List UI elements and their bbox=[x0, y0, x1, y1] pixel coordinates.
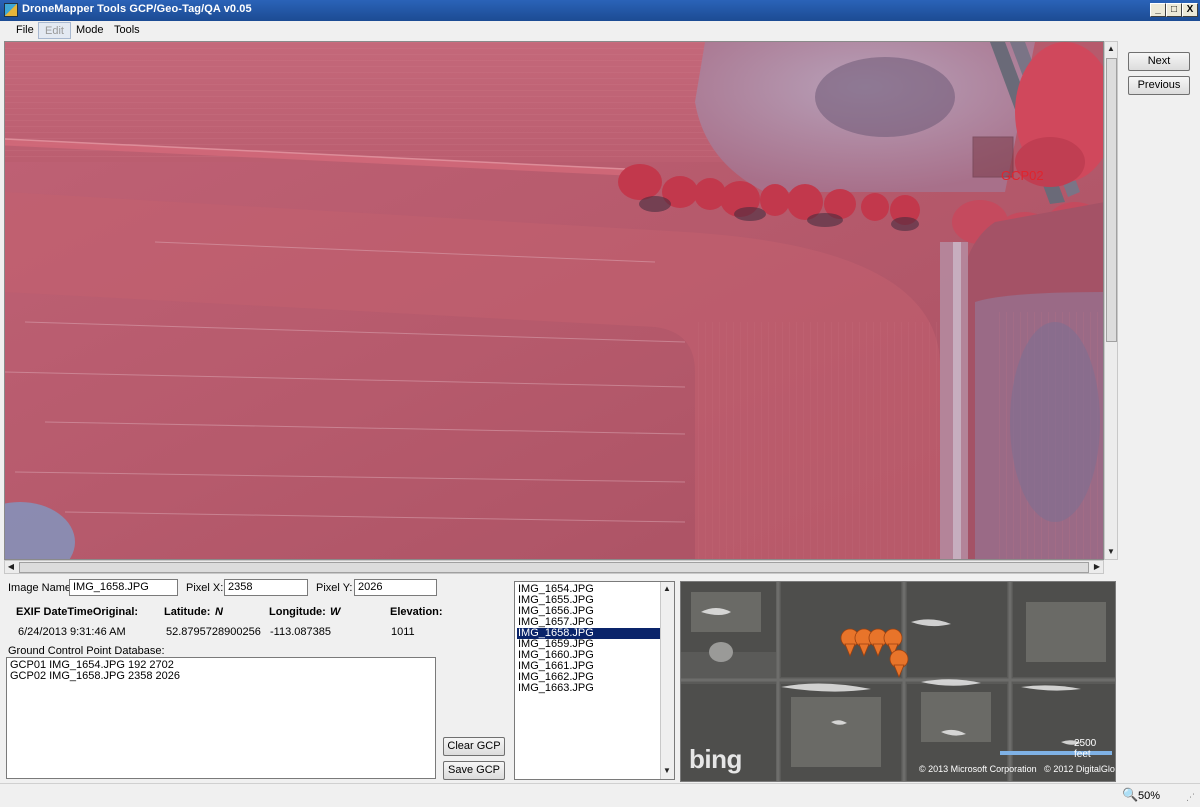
list-item[interactable]: IMG_1663.JPG bbox=[517, 683, 660, 694]
minimize-button[interactable]: _ bbox=[1150, 3, 1166, 17]
title-bar: DroneMapper Tools GCP/Geo-Tag/QA v0.05 _… bbox=[0, 0, 1200, 21]
map-view[interactable]: bing 2500 feet © 2013 Microsoft Corporat… bbox=[680, 581, 1116, 782]
aerial-image: GCP02 bbox=[5, 42, 1103, 559]
elevation-value: 1011 bbox=[391, 626, 415, 638]
pixel-y-label: Pixel Y: bbox=[316, 582, 353, 594]
resize-grip-icon[interactable]: ⋰ bbox=[1186, 792, 1195, 803]
menu-tools[interactable]: Tools bbox=[108, 22, 146, 39]
map-imagery bbox=[681, 582, 1115, 781]
scroll-down-icon[interactable]: ▼ bbox=[1105, 547, 1117, 557]
vertical-scroll-thumb[interactable] bbox=[1106, 58, 1117, 342]
bing-logo: bing bbox=[689, 744, 742, 774]
scroll-right-icon[interactable]: ▶ bbox=[1091, 562, 1103, 572]
menu-mode[interactable]: Mode bbox=[70, 22, 110, 39]
image-listbox[interactable]: IMG_1654.JPG IMG_1655.JPG IMG_1656.JPG I… bbox=[514, 581, 675, 780]
clear-gcp-button[interactable]: Clear GCP bbox=[443, 737, 505, 756]
viewport-horizontal-scrollbar[interactable]: ◀ ▶ bbox=[4, 560, 1104, 574]
image-name-label: Image Name: bbox=[8, 582, 75, 594]
image-name-field[interactable]: IMG_1658.JPG bbox=[69, 579, 178, 596]
exif-datetime-label: EXIF DateTimeOriginal: bbox=[16, 606, 139, 618]
previous-button[interactable]: Previous bbox=[1128, 76, 1190, 95]
menu-bar: File Edit Mode Tools bbox=[0, 21, 1200, 40]
elevation-label: Elevation: bbox=[390, 606, 443, 618]
close-button[interactable]: X bbox=[1182, 3, 1198, 17]
scroll-left-icon[interactable]: ◀ bbox=[5, 562, 17, 572]
zoom-icon[interactable]: 🔍 bbox=[1122, 787, 1138, 803]
gcp-database-line: GCP02 IMG_1658.JPG 2358 2026 bbox=[10, 670, 180, 682]
longitude-ref: W bbox=[330, 606, 341, 618]
latitude-label: Latitude: bbox=[164, 606, 211, 618]
window-title: DroneMapper Tools GCP/Geo-Tag/QA v0.05 bbox=[22, 3, 252, 15]
pixel-x-label: Pixel X: bbox=[186, 582, 224, 594]
scroll-up-icon[interactable]: ▲ bbox=[661, 584, 673, 594]
latitude-ref: N bbox=[215, 606, 223, 618]
gcp-database-label: Ground Control Point Database: bbox=[8, 645, 165, 657]
latitude-value: 52.8795728900256 bbox=[166, 626, 261, 638]
app-icon bbox=[4, 3, 18, 17]
list-scrollbar[interactable]: ▲ ▼ bbox=[660, 582, 674, 779]
pixel-x-field[interactable]: 2358 bbox=[224, 579, 308, 596]
save-gcp-button[interactable]: Save GCP bbox=[443, 761, 505, 780]
horizontal-scroll-thumb[interactable] bbox=[19, 562, 1089, 573]
scroll-down-icon[interactable]: ▼ bbox=[661, 766, 673, 776]
next-button[interactable]: Next bbox=[1128, 52, 1190, 71]
pixel-y-field[interactable]: 2026 bbox=[354, 579, 437, 596]
longitude-value: -113.087385 bbox=[270, 626, 331, 638]
viewport-vertical-scrollbar[interactable]: ▲ ▼ bbox=[1104, 41, 1118, 560]
exif-datetime-value: 6/24/2013 9:31:46 AM bbox=[18, 626, 126, 638]
gcp-database-textbox[interactable]: GCP01 IMG_1654.JPG 192 2702 GCP02 IMG_16… bbox=[6, 657, 436, 779]
zoom-level[interactable]: 50% bbox=[1138, 790, 1160, 802]
map-copyright: © 2013 Microsoft Corporation © 2012 Digi… bbox=[919, 764, 1116, 774]
image-viewport[interactable]: GCP02 bbox=[4, 41, 1104, 560]
menu-edit[interactable]: Edit bbox=[38, 22, 71, 39]
status-bar: 🔍 50% ⋰ bbox=[0, 783, 1200, 807]
longitude-label: Longitude: bbox=[269, 606, 326, 618]
maximize-button[interactable]: □ bbox=[1166, 3, 1182, 17]
gcp-marker-label: GCP02 bbox=[1001, 168, 1044, 183]
menu-file[interactable]: File bbox=[10, 22, 40, 39]
scroll-up-icon[interactable]: ▲ bbox=[1105, 44, 1117, 54]
map-scale-label: 2500 feet bbox=[1074, 738, 1097, 760]
